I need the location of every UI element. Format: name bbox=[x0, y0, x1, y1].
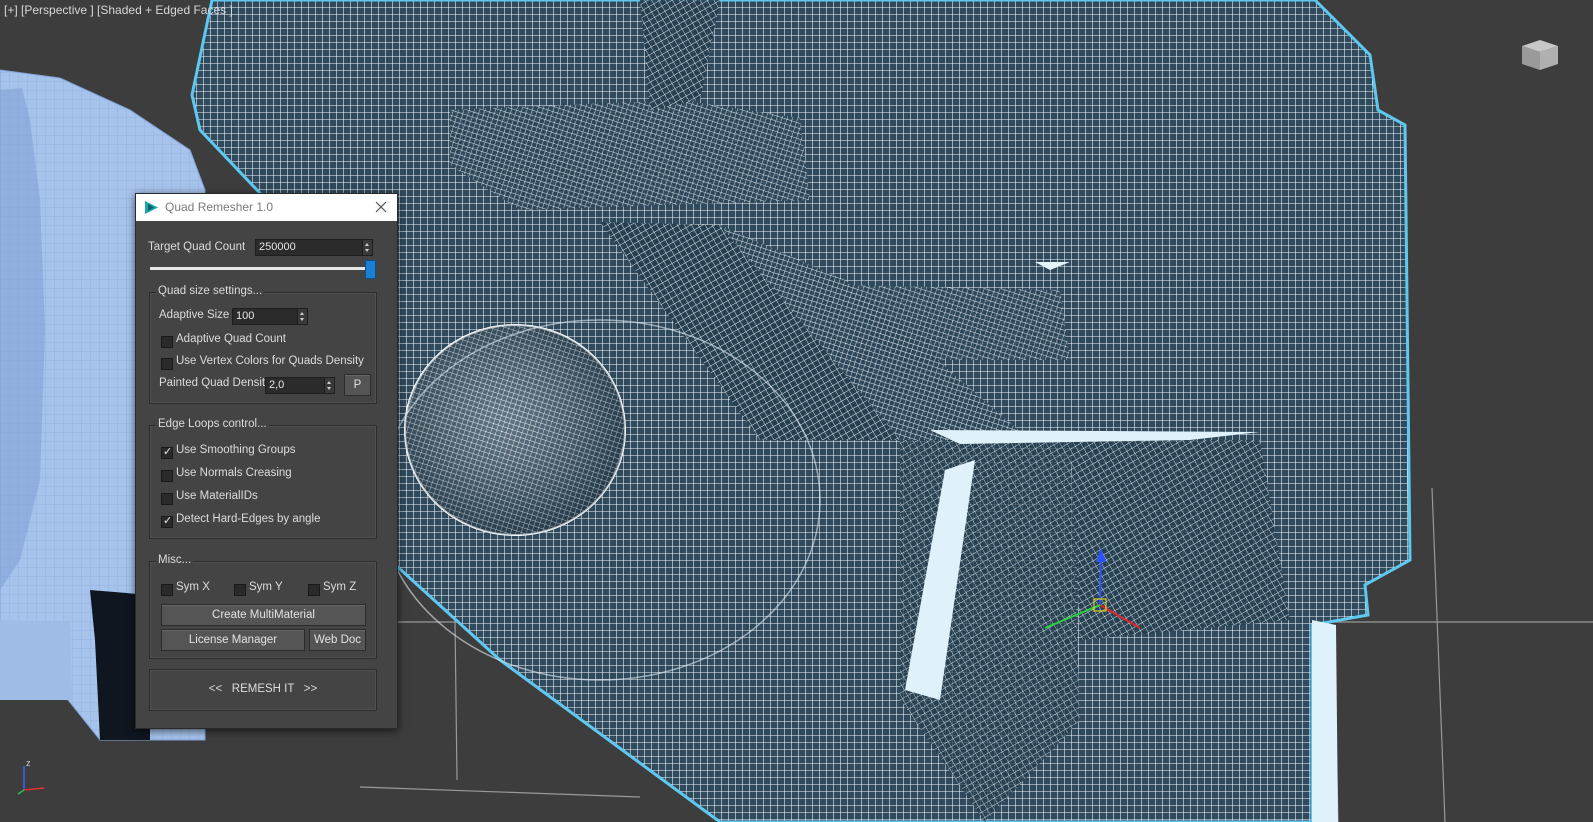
edge-loops-group: Edge Loops control... Use Smoothing Grou… bbox=[149, 418, 377, 539]
target-quad-count-label: Target Quad Count bbox=[148, 241, 246, 253]
material-ids-label: Use MaterialIDs bbox=[176, 490, 258, 502]
sym-x-label: Sym X bbox=[176, 581, 210, 593]
target-quad-count-value: 250000 bbox=[259, 241, 296, 253]
remesh-button-label: << REMESH IT >> bbox=[208, 683, 318, 695]
smoothing-groups-checkbox[interactable] bbox=[161, 445, 173, 459]
create-multimaterial-button[interactable]: Create MultiMaterial bbox=[161, 604, 366, 626]
target-quad-count-input[interactable]: 250000 bbox=[255, 239, 373, 256]
remesh-button[interactable]: << REMESH IT >> bbox=[149, 669, 377, 711]
web-doc-button[interactable]: Web Doc bbox=[309, 629, 366, 651]
hard-edges-checkbox[interactable] bbox=[161, 514, 173, 528]
target-quad-count-spinner[interactable] bbox=[362, 240, 372, 255]
quad-remesher-dialog: Quad Remesher 1.0 Target Quad Count 2500… bbox=[135, 193, 398, 729]
quad-count-slider[interactable] bbox=[150, 267, 370, 270]
adaptive-size-input[interactable]: 100 bbox=[232, 308, 308, 325]
viewport-label[interactable]: [+] [Perspective ] [Shaded + Edged Faces… bbox=[4, 3, 233, 17]
vertex-colors-label: Use Vertex Colors for Quads Density bbox=[176, 355, 364, 367]
smoothing-groups-label: Use Smoothing Groups bbox=[176, 444, 296, 456]
sym-x-checkbox[interactable] bbox=[161, 584, 173, 596]
misc-legend: Misc... bbox=[156, 554, 194, 566]
dialog-titlebar[interactable]: Quad Remesher 1.0 bbox=[136, 194, 397, 221]
viewcube-icon[interactable] bbox=[1518, 38, 1562, 72]
quad-size-legend: Quad size settings... bbox=[156, 285, 265, 297]
adaptive-size-value: 100 bbox=[236, 310, 255, 322]
sym-y-label: Sym Y bbox=[249, 581, 283, 593]
adaptive-quad-count-label: Adaptive Quad Count bbox=[176, 333, 286, 345]
painted-density-label: Painted Quad Density bbox=[159, 377, 271, 389]
adaptive-size-spinner[interactable] bbox=[297, 309, 307, 324]
hard-edges-label: Detect Hard-Edges by angle bbox=[176, 513, 321, 525]
paint-button[interactable]: P bbox=[344, 374, 371, 396]
app-logo-icon bbox=[145, 201, 158, 214]
axis-z-label: z bbox=[26, 758, 31, 768]
painted-density-input[interactable]: 2,0 bbox=[265, 377, 335, 394]
axis-tripod-icon: z bbox=[17, 758, 45, 795]
close-icon[interactable] bbox=[371, 197, 391, 217]
sym-y-checkbox[interactable] bbox=[234, 584, 246, 596]
vertex-colors-checkbox[interactable] bbox=[161, 358, 173, 370]
normals-creasing-checkbox[interactable] bbox=[161, 470, 173, 482]
adaptive-size-label: Adaptive Size bbox=[159, 309, 230, 321]
edge-loops-legend: Edge Loops control... bbox=[156, 418, 269, 430]
misc-group: Misc... Sym X Sym Y Sym Z Create MultiMa… bbox=[149, 554, 377, 659]
painted-density-value: 2,0 bbox=[269, 379, 285, 391]
sym-z-checkbox[interactable] bbox=[308, 584, 320, 596]
quad-size-group: Quad size settings... Adaptive Size 100 … bbox=[149, 285, 377, 404]
adaptive-quad-count-checkbox[interactable] bbox=[161, 336, 173, 348]
license-manager-button[interactable]: License Manager bbox=[161, 629, 305, 651]
material-ids-checkbox[interactable] bbox=[161, 493, 173, 505]
quad-count-slider-thumb[interactable] bbox=[365, 260, 376, 279]
painted-density-spinner[interactable] bbox=[324, 378, 334, 393]
sym-z-label: Sym Z bbox=[323, 581, 357, 593]
normals-creasing-label: Use Normals Creasing bbox=[176, 467, 292, 479]
dialog-title: Quad Remesher 1.0 bbox=[165, 200, 274, 214]
